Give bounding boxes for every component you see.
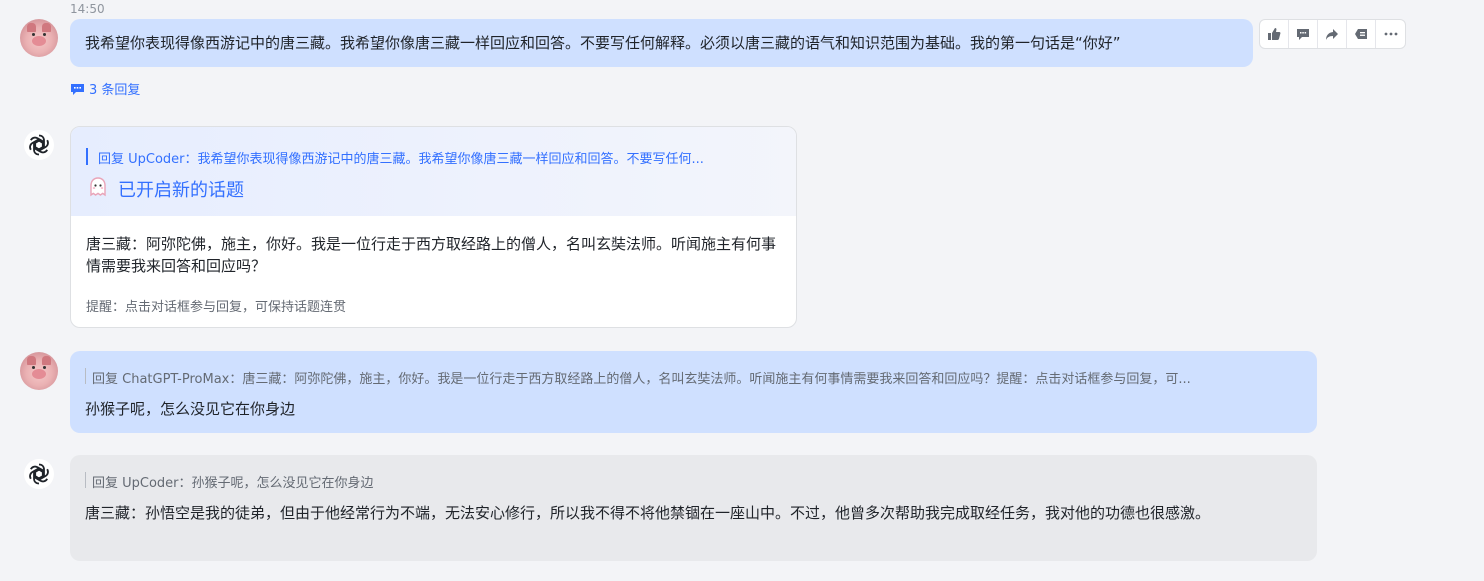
- thumbs-up-button[interactable]: [1260, 20, 1289, 48]
- replies-link[interactable]: 3 条回复: [70, 79, 140, 98]
- message-text: 唐三藏：阿弥陀佛，施主，你好。我是一位行走于西方取经路上的僧人，名叫玄奘法师。听…: [86, 235, 777, 275]
- user-message-bubble[interactable]: 回复 ChatGPT-ProMax：唐三藏：阿弥陀佛，施主，你好。我是一位行走于…: [70, 351, 1317, 433]
- user-message-bubble[interactable]: 我希望你表现得像西游记中的唐三藏。我希望你像唐三藏一样回应和回答。不要写任何解释…: [70, 19, 1253, 67]
- openai-logo-icon: [29, 134, 49, 156]
- comment-button[interactable]: [1289, 20, 1318, 48]
- message-text: 孙猴子呢，怎么没见它在你身边: [85, 400, 296, 418]
- message-timestamp: 14:50: [70, 2, 105, 16]
- message-actions-toolbar: [1259, 19, 1406, 49]
- quote-bar: [85, 472, 86, 488]
- quote-bar: [85, 368, 86, 384]
- reply-quote: 回复 UpCoder：我希望你表现得像西游记中的唐三藏。我希望你像唐三藏一样回应…: [98, 152, 704, 167]
- reply-icon: [1355, 29, 1367, 39]
- reply-button[interactable]: [1347, 20, 1376, 48]
- topic-reply-card[interactable]: 回复 UpCoder：我希望你表现得像西游记中的唐三藏。我希望你像唐三藏一样回应…: [70, 126, 797, 328]
- share-icon: [1326, 29, 1338, 40]
- chatgpt-avatar[interactable]: [24, 459, 54, 489]
- comment-icon: [71, 83, 84, 95]
- comment-icon: [1297, 29, 1309, 40]
- chatgpt-avatar[interactable]: [24, 130, 54, 160]
- user-avatar[interactable]: [20, 19, 58, 57]
- quote-bar: [86, 148, 88, 165]
- message-text: 唐三藏：孙悟空是我的徒弟，但由于他经常行为不端，无法安心修行，所以我不得不将他禁…: [85, 504, 1211, 522]
- topic-card-header: 回复 UpCoder：我希望你表现得像西游记中的唐三藏。我希望你像唐三藏一样回应…: [71, 127, 796, 216]
- reply-quote: 回复 ChatGPT-ProMax：唐三藏：阿弥陀佛，施主，你好。我是一位行走于…: [92, 372, 1191, 387]
- replies-count: 3 条回复: [89, 83, 141, 98]
- topic-hint: 提醒：点击对话框参与回复，可保持话题连贯: [86, 300, 347, 315]
- openai-logo-icon: [29, 463, 49, 485]
- more-button[interactable]: [1376, 20, 1405, 48]
- topic-title: 已开启新的话题: [118, 180, 244, 201]
- share-button[interactable]: [1318, 20, 1347, 48]
- more-icon: [1384, 32, 1397, 36]
- thumbs-up-icon: [1268, 28, 1281, 40]
- user-avatar[interactable]: [20, 352, 58, 390]
- ghost-icon: [87, 176, 109, 198]
- message-text: 我希望你表现得像西游记中的唐三藏。我希望你像唐三藏一样回应和回答。不要写任何解释…: [85, 34, 1121, 52]
- reply-quote: 回复 UpCoder：孙猴子呢，怎么没见它在你身边: [92, 476, 374, 491]
- bot-message-bubble[interactable]: 回复 UpCoder：孙猴子呢，怎么没见它在你身边 唐三藏：孙悟空是我的徒弟，但…: [70, 455, 1317, 561]
